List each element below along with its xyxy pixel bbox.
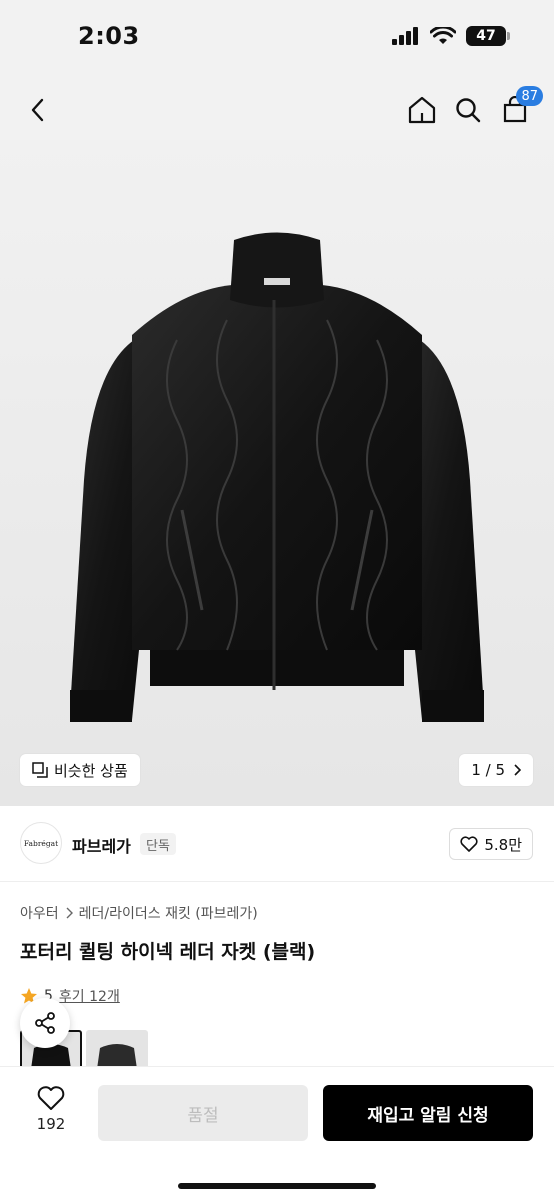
breadcrumb: 아우터 레더/라이더스 재킷 (파브레가) <box>20 903 258 923</box>
brand-name[interactable]: 파브레가 <box>72 833 131 857</box>
product-image-gallery[interactable]: 비슷한 상품 1 / 5 <box>0 140 554 806</box>
product-image-jacket <box>70 232 484 722</box>
breadcrumb-category[interactable]: 아우터 <box>20 903 59 923</box>
status-bar: 2:03 47 <box>0 0 554 80</box>
heart-icon <box>37 1086 65 1110</box>
chevron-left-icon <box>31 98 44 122</box>
wishlist-button[interactable]: 192 <box>22 1085 80 1133</box>
status-icons: 47 <box>392 26 510 46</box>
share-icon <box>35 1012 55 1034</box>
review-count-link[interactable]: 후기 12개 <box>59 986 120 1006</box>
back-button[interactable] <box>20 92 56 128</box>
image-page-indicator[interactable]: 1 / 5 <box>459 754 533 786</box>
soldout-button: 품절 <box>98 1085 308 1141</box>
chevron-right-icon <box>514 764 521 776</box>
exclusive-badge: 단독 <box>140 833 176 855</box>
copy-icon <box>32 762 48 778</box>
brand-like-count: 5.8만 <box>484 835 522 854</box>
product-title: 포터리 퀼팅 하이넥 레더 자켓 (블랙) <box>20 941 316 963</box>
home-indicator <box>178 1183 376 1189</box>
nav-bar: 87 <box>0 80 554 140</box>
bottom-action-bar: 192 품절 재입고 알림 신청 <box>0 1066 554 1200</box>
home-icon <box>408 96 436 124</box>
brand-like-button[interactable]: 5.8만 <box>449 828 533 860</box>
page-indicator-text: 1 / 5 <box>471 761 505 779</box>
brand-row: Fabrégat 파브레가 단독 5.8만 <box>0 806 554 882</box>
search-icon <box>456 98 481 123</box>
similar-products-label: 비슷한 상품 <box>54 761 128 780</box>
status-time: 2:03 <box>78 22 140 50</box>
wishlist-count: 192 <box>36 1115 66 1133</box>
wifi-icon <box>430 27 456 44</box>
chevron-right-icon <box>66 907 73 919</box>
home-button[interactable] <box>404 92 440 128</box>
breadcrumb-subcategory[interactable]: 레더/라이더스 재킷 (파브레가) <box>79 903 258 923</box>
battery-indicator: 47 <box>466 26 510 46</box>
cart-count-badge: 87 <box>516 86 543 106</box>
search-button[interactable] <box>450 92 486 128</box>
cellular-signal-icon <box>392 27 418 45</box>
restock-alert-button[interactable]: 재입고 알림 신청 <box>323 1085 533 1141</box>
heart-icon <box>460 836 478 852</box>
brand-logo[interactable]: Fabrégat <box>20 822 62 864</box>
cart-button[interactable]: 87 <box>497 86 543 128</box>
similar-products-button[interactable]: 비슷한 상품 <box>20 754 140 786</box>
share-button[interactable] <box>20 998 70 1048</box>
